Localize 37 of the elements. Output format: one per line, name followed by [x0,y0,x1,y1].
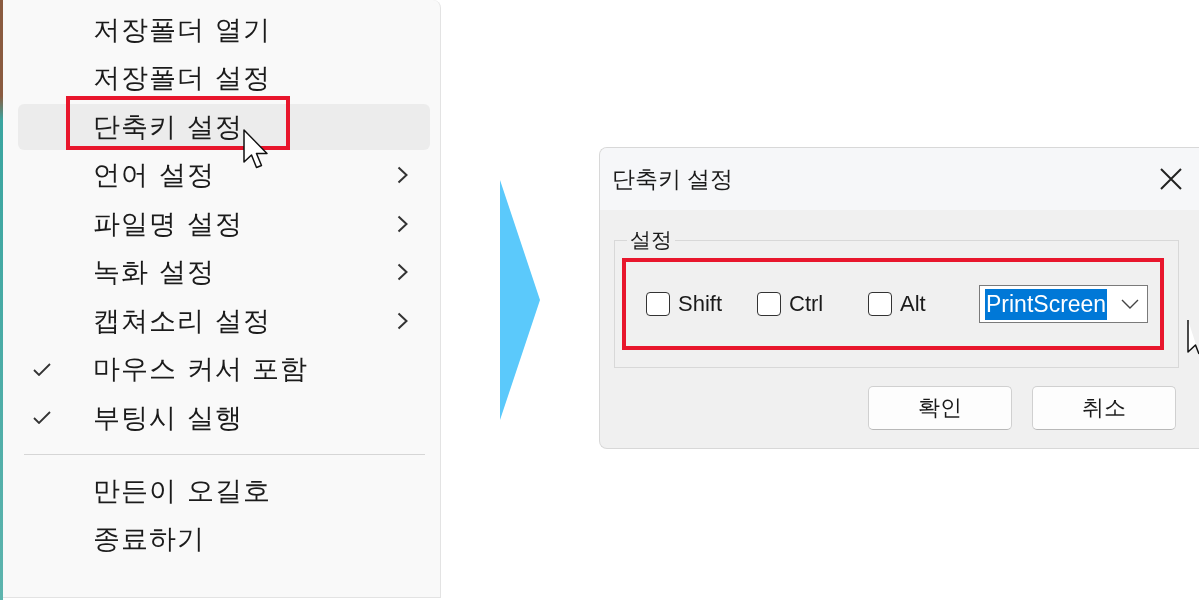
dialog-title: 단축키 설정 [612,164,734,194]
menu-item[interactable]: 캡쳐소리 설정 [18,297,430,344]
cancel-button[interactable]: 취소 [1032,386,1176,430]
menu-item[interactable]: 마우스 커서 포함 [18,346,430,392]
menu-item-label: 녹화 설정 [93,255,215,289]
close-icon [1160,168,1182,190]
checkbox-label[interactable]: Alt [900,291,926,317]
menu-item[interactable]: 단축키 설정 [18,103,430,150]
menu-item-label: 파일명 설정 [93,206,243,241]
menu-item[interactable]: 녹화 설정 [18,249,430,295]
menu-item-label: 저장폴더 열기 [93,12,271,47]
menu-item-label: 단축키 설정 [93,109,243,144]
menu-item[interactable]: 부팅시 실행 [18,394,430,441]
checkbox[interactable] [868,292,892,316]
menu-item[interactable]: 저장폴더 열기 [18,6,430,53]
checkbox[interactable] [757,292,781,316]
checkbox-label[interactable]: Shift [678,291,723,317]
chevron-down-icon [1121,299,1139,309]
menu-item[interactable]: 종료하기 [18,516,430,562]
dropdown-value: PrintScreen [985,288,1108,320]
menu-item[interactable]: 파일명 설정 [18,200,430,247]
menu-item-label: 종료하기 [93,522,205,556]
menu-item-label: 부팅시 실행 [93,400,243,435]
checkbox[interactable] [646,292,670,316]
menu-item-label: 언어 설정 [93,158,215,192]
key-dropdown[interactable]: PrintScreen [979,285,1148,323]
menu-item-label: 마우스 커서 포함 [93,352,309,386]
close-button[interactable] [1159,167,1183,191]
menu-item-label: 캡쳐소리 설정 [93,303,271,338]
pointer-cursor-icon [243,128,270,169]
checkbox-label[interactable]: Ctrl [789,291,824,317]
confirm-button[interactable]: 확인 [868,386,1012,430]
menu-item-label: 저장폴더 설정 [93,61,271,95]
menu-item[interactable]: 저장폴더 설정 [18,55,430,101]
menu-item[interactable]: 만든이 오길호 [18,467,430,514]
menu-item[interactable]: 언어 설정 [18,152,430,198]
menu-item-label: 만든이 오길호 [93,473,271,508]
